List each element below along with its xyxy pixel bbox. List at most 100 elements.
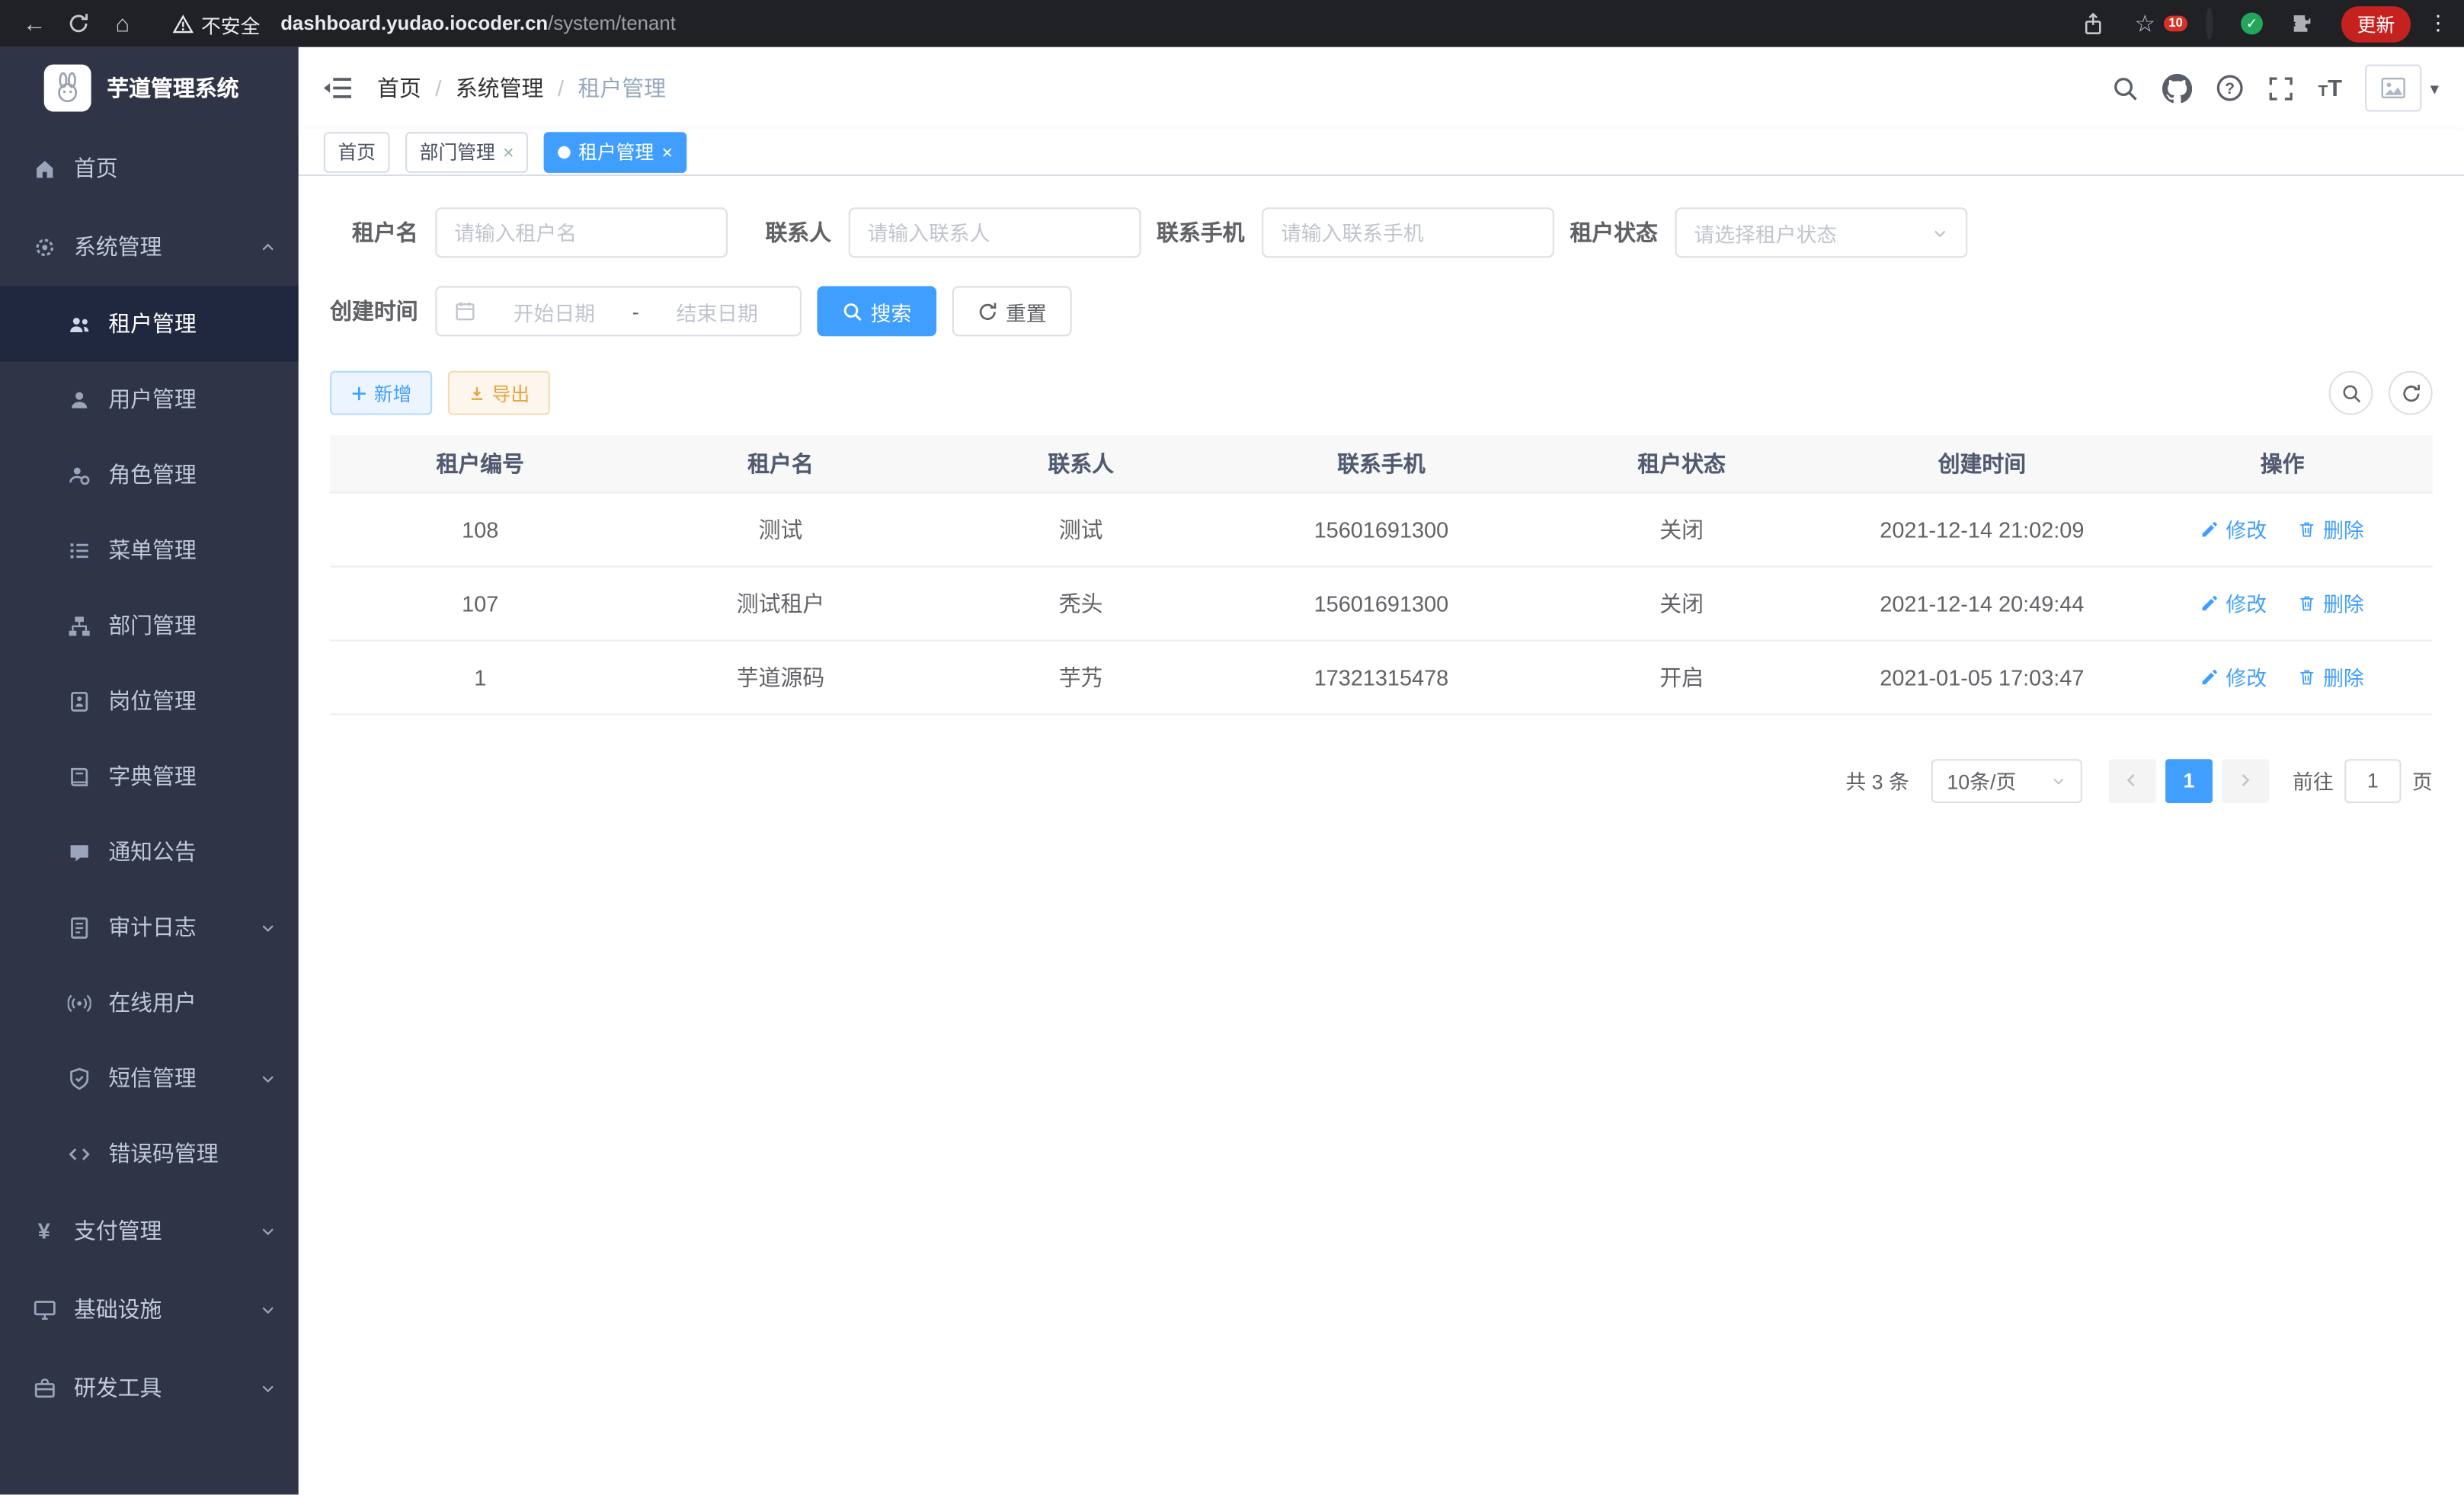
refresh-table-button[interactable] [2389, 371, 2433, 415]
table-row: 107 测试租户 秃头 15601691300 关闭 2021-12-14 20… [330, 566, 2433, 640]
status-select[interactable]: 请选择租户状态 [1675, 207, 1968, 258]
edit-button[interactable]: 修改 [2200, 587, 2267, 617]
sidebar-item-dept[interactable]: 部门管理 [0, 587, 299, 663]
browser-update-button[interactable]: 更新 [2341, 5, 2411, 41]
sidebar-item-menu[interactable]: 菜单管理 [0, 512, 299, 587]
home-browser-icon[interactable]: ⌂ [104, 5, 142, 43]
user-icon [66, 387, 91, 411]
cell-contact: 芋艿 [931, 639, 1231, 713]
page-number-current[interactable]: 1 [2165, 758, 2213, 802]
breadcrumb: 首页 / 系统管理 / 租户管理 [377, 72, 666, 104]
sidebar-collapse-icon[interactable] [324, 75, 352, 101]
toggle-search-button[interactable] [2329, 371, 2373, 415]
close-icon[interactable]: × [503, 142, 514, 162]
sidebar-item-sms[interactable]: 短信管理 [0, 1040, 299, 1116]
sidebar-item-label: 研发工具 [74, 1372, 162, 1404]
refresh-icon [978, 301, 998, 322]
app-logo-row[interactable]: 芋道管理系统 [0, 47, 299, 129]
next-page-button[interactable] [2222, 758, 2269, 802]
sidebar-item-post[interactable]: 岗位管理 [0, 663, 299, 738]
date-end-placeholder: 结束日期 [651, 296, 782, 326]
sidebar-item-pay[interactable]: ¥ 支付管理 [0, 1191, 299, 1269]
sidebar-item-infra[interactable]: 基础设施 [0, 1270, 299, 1349]
cell-tenant-id: 1 [330, 639, 630, 713]
browser-menu-icon[interactable]: ⋮ [2428, 11, 2449, 36]
export-button[interactable]: 导出 [448, 371, 550, 415]
close-icon[interactable]: × [661, 142, 672, 162]
app-title: 芋道管理系统 [107, 72, 238, 104]
filter-status: 租户状态 请选择租户状态 [1570, 207, 1967, 258]
sidebar-item-user[interactable]: 用户管理 [0, 361, 299, 437]
tag-home[interactable]: 首页 [324, 131, 390, 172]
contact-input[interactable] [868, 221, 1122, 245]
sidebar-item-home[interactable]: 首页 [0, 129, 299, 207]
user-avatar-menu[interactable]: ▾ [2366, 65, 2439, 112]
edit-button[interactable]: 修改 [2200, 514, 2267, 543]
phone-input[interactable] [1281, 221, 1535, 245]
yen-icon: ¥ [31, 1218, 56, 1243]
edit-button[interactable]: 修改 [2200, 661, 2267, 691]
header-search-icon[interactable] [2112, 75, 2139, 101]
reset-button[interactable]: 重置 [952, 286, 1072, 336]
github-icon[interactable] [2162, 73, 2192, 103]
bookmark-star-icon[interactable]: ☆ [2126, 5, 2165, 43]
tag-dept[interactable]: 部门管理 × [405, 131, 528, 172]
page-size-select[interactable]: 10条/页 [1931, 758, 2082, 802]
sidebar-item-tenant[interactable]: 租户管理 [0, 286, 299, 361]
help-icon[interactable]: ? [2216, 74, 2245, 102]
cell-phone: 17321315478 [1231, 639, 1531, 713]
download-icon [469, 384, 486, 402]
extensions-puzzle-icon[interactable] [2291, 13, 2313, 35]
tag-tenant-active[interactable]: 租户管理 × [544, 131, 687, 172]
cell-created: 2021-01-05 17:03:47 [1832, 639, 2132, 713]
tags-view: 首页 部门管理 × 租户管理 × [299, 129, 2464, 176]
create-time-label: 创建时间 [330, 296, 435, 327]
message-icon [66, 840, 91, 863]
cell-status: 关闭 [1531, 492, 1832, 566]
cell-actions: 修改 删除 [2132, 566, 2432, 640]
sidebar-item-role[interactable]: 角色管理 [0, 437, 299, 512]
avatar [2366, 65, 2422, 112]
sidebar-item-online-user[interactable]: 在线用户 [0, 965, 299, 1040]
app-logo-icon [44, 65, 91, 112]
search-button[interactable]: 搜索 [818, 286, 937, 336]
sidebar-item-label: 岗位管理 [108, 685, 197, 716]
security-chip[interactable]: 不安全 [173, 8, 261, 38]
breadcrumb-home[interactable]: 首页 [377, 72, 421, 104]
share-icon[interactable] [2074, 5, 2112, 43]
cell-contact: 秃头 [931, 566, 1231, 640]
table-row: 108 测试 测试 15601691300 关闭 2021-12-14 21:0… [330, 492, 2433, 566]
back-icon[interactable]: ← [16, 5, 54, 43]
prev-page-button[interactable] [2109, 758, 2156, 802]
sidebar-item-system[interactable]: 系统管理 [0, 207, 299, 286]
reload-icon[interactable] [59, 5, 98, 43]
font-size-icon[interactable]: TT [2318, 76, 2343, 100]
sidebar-item-label: 通知公告 [108, 836, 197, 867]
sidebar-item-audit-log[interactable]: 审计日志 [0, 889, 299, 965]
extension-green-check-icon[interactable]: ✓ [2241, 13, 2263, 35]
sidebar: 芋道管理系统 首页 系统管理 租户管理 用户管 [0, 47, 299, 1495]
cell-phone: 15601691300 [1231, 566, 1531, 640]
cell-actions: 修改 删除 [2132, 492, 2432, 566]
delete-button[interactable]: 删除 [2298, 587, 2364, 617]
breadcrumb-system[interactable]: 系统管理 [456, 72, 544, 104]
extension-dark-icon[interactable] [2206, 11, 2213, 36]
table-header-row: 租户编号 租户名 联系人 联系手机 租户状态 创建时间 操作 [330, 435, 2433, 491]
goto-page-input[interactable] [2344, 758, 2401, 802]
address-bar[interactable]: dashboard.yudao.iocoder.cn/system/tenant [280, 13, 676, 35]
sidebar-item-dict[interactable]: 字典管理 [0, 738, 299, 814]
delete-button[interactable]: 删除 [2298, 514, 2364, 543]
sidebar-item-error-code[interactable]: 错误码管理 [0, 1116, 299, 1191]
fullscreen-icon[interactable] [2268, 75, 2295, 101]
column-actions: 操作 [2132, 435, 2432, 491]
add-button[interactable]: 新增 [330, 371, 432, 415]
breadcrumb-separator: / [435, 75, 441, 101]
delete-button[interactable]: 删除 [2298, 661, 2364, 691]
cell-tenant-id: 108 [330, 492, 630, 566]
tenant-name-input[interactable] [454, 221, 709, 245]
sidebar-item-label: 错误码管理 [108, 1138, 218, 1169]
sidebar-item-notice[interactable]: 通知公告 [0, 814, 299, 889]
phone-label: 联系手机 [1157, 217, 1262, 248]
sidebar-item-dev-tools[interactable]: 研发工具 [0, 1349, 299, 1427]
date-range-picker[interactable]: 开始日期 - 结束日期 [435, 286, 802, 336]
